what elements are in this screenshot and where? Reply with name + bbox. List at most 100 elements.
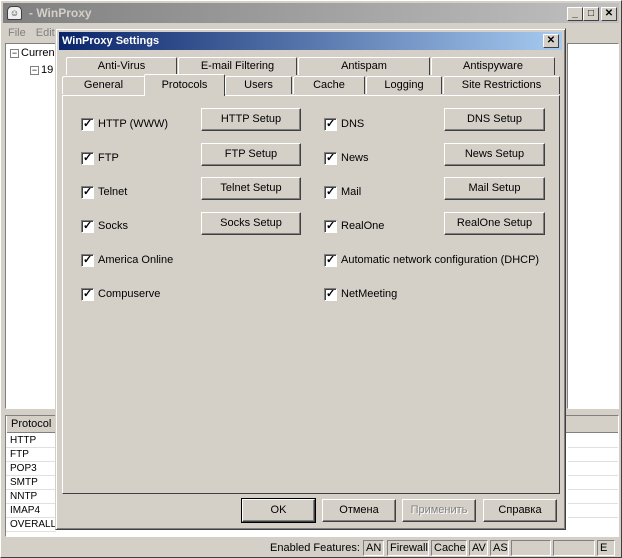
tree-node-child[interactable]: −19 [30, 64, 53, 76]
checkmark-icon: ✓ [83, 220, 93, 232]
checkmark-icon: ✓ [83, 152, 93, 164]
dialog-title-bar[interactable]: WinProxy Settings ✕ [59, 32, 562, 50]
tab-cache[interactable]: Cache [293, 76, 365, 94]
status-cache: Cache [431, 540, 467, 556]
status-label: Enabled Features: [270, 542, 360, 554]
checkbox-box[interactable]: ✓ [324, 118, 337, 131]
tab-users[interactable]: Users [225, 76, 292, 94]
maximize-button[interactable]: □ [583, 7, 599, 21]
status-firewall: Firewall [387, 540, 429, 556]
checkbox-box[interactable]: ✓ [324, 254, 337, 267]
status-an: AN [363, 540, 384, 556]
checkmark-icon: ✓ [326, 186, 336, 198]
netmeeting-label: NetMeeting [341, 288, 398, 300]
tab-protocols[interactable]: Protocols [144, 74, 225, 96]
table-row: SMTP [6, 476, 56, 490]
checkbox-box[interactable]: ✓ [324, 220, 337, 233]
collapse-icon[interactable]: − [30, 65, 39, 75]
table-row: IMAP4 [6, 504, 56, 518]
main-title-bar[interactable]: ☺ - WinProxy _ □ ✕ [3, 3, 619, 23]
tab-site-restrictions[interactable]: Site Restrictions [443, 76, 560, 94]
app-icon: ☺ [7, 6, 22, 20]
http-checkbox[interactable]: ✓ HTTP (WWW) [81, 118, 168, 134]
compuserve-label: Compuserve [98, 288, 161, 300]
ftp-setup-button[interactable]: FTP Setup [201, 143, 301, 166]
table-row: FTP [6, 448, 56, 462]
tab-antispam[interactable]: Antispam [298, 57, 430, 75]
dialog-close-icon[interactable]: ✕ [543, 34, 559, 48]
netmeeting-checkbox[interactable]: ✓ NetMeeting [324, 288, 397, 304]
status-av: AV [469, 540, 488, 556]
dns-checkbox[interactable]: ✓ DNS [324, 118, 364, 134]
column-header-protocol[interactable]: Protocol [6, 416, 56, 433]
checkbox-box[interactable]: ✓ [324, 152, 337, 165]
checkmark-icon: ✓ [326, 118, 336, 130]
collapse-icon[interactable]: − [10, 48, 19, 58]
checkmark-icon: ✓ [83, 118, 93, 130]
mail-checkbox[interactable]: ✓ Mail [324, 186, 361, 202]
menu-file[interactable]: File [3, 27, 31, 39]
dns-setup-button[interactable]: DNS Setup [444, 108, 545, 131]
checkbox-box[interactable]: ✓ [324, 288, 337, 301]
checkmark-icon: ✓ [326, 220, 336, 232]
socks-checkbox[interactable]: ✓ Socks [81, 220, 128, 236]
dhcp-checkbox[interactable]: ✓ Automatic network configuration (DHCP) [324, 254, 539, 270]
tab-general[interactable]: General [62, 76, 145, 94]
checkbox-box[interactable]: ✓ [81, 254, 94, 267]
checkbox-box[interactable]: ✓ [81, 220, 94, 233]
mail-label: Mail [341, 186, 362, 198]
dns-label: DNS [341, 118, 365, 130]
compuserve-checkbox[interactable]: ✓ Compuserve [81, 288, 160, 304]
table-row: OVERALL [6, 518, 56, 532]
ftp-label: FTP [98, 152, 119, 164]
checkmark-icon: ✓ [83, 186, 93, 198]
table-row: HTTP [6, 434, 56, 448]
table-row: POP3 [6, 462, 56, 476]
aol-checkbox[interactable]: ✓ America Online [81, 254, 173, 270]
http-label: HTTP (WWW) [98, 118, 169, 130]
help-button[interactable]: Справка [483, 499, 557, 522]
telnet-setup-button[interactable]: Telnet Setup [201, 177, 301, 200]
socks-setup-button[interactable]: Socks Setup [201, 212, 301, 235]
checkbox-box[interactable]: ✓ [81, 288, 94, 301]
details-pane [567, 43, 619, 409]
realone-checkbox[interactable]: ✓ RealOne [324, 220, 384, 236]
checkbox-box[interactable]: ✓ [324, 186, 337, 199]
ok-button[interactable]: OK [241, 498, 316, 523]
tab-anti-virus[interactable]: Anti-Virus [66, 57, 177, 75]
realone-setup-button[interactable]: RealOne Setup [444, 212, 545, 235]
ftp-checkbox[interactable]: ✓ FTP [81, 152, 119, 168]
telnet-label: Telnet [98, 186, 128, 198]
aol-label: America Online [98, 254, 174, 266]
protocols-panel: ✓ HTTP (WWW) ✓ FTP ✓ Telnet ✓ Socks ✓ America… [62, 95, 560, 494]
apply-button[interactable]: Применить [402, 499, 476, 522]
close-button[interactable]: ✕ [601, 7, 617, 21]
socks-label: Socks [98, 220, 128, 232]
checkmark-icon: ✓ [326, 152, 336, 164]
status-empty-1 [511, 540, 551, 556]
status-as: AS [490, 540, 509, 556]
http-setup-button[interactable]: HTTP Setup [201, 108, 301, 131]
minimize-button[interactable]: _ [567, 7, 583, 21]
checkmark-icon: ✓ [326, 288, 336, 300]
telnet-checkbox[interactable]: ✓ Telnet [81, 186, 127, 202]
tab-logging[interactable]: Logging [366, 76, 442, 94]
checkbox-box[interactable]: ✓ [81, 152, 94, 165]
realone-label: RealOne [341, 220, 385, 232]
checkbox-box[interactable]: ✓ [81, 118, 94, 131]
mail-setup-button[interactable]: Mail Setup [444, 177, 545, 200]
status-e: E [597, 540, 615, 556]
tree-view[interactable]: − Curren −19 [5, 43, 57, 409]
tab-antispyware[interactable]: Antispyware [431, 57, 555, 75]
status-bar: Enabled Features: AN Firewall Cache AV A… [3, 539, 619, 557]
status-empty-2 [553, 540, 595, 556]
news-checkbox[interactable]: ✓ News [324, 152, 369, 168]
table-row: NNTP [6, 490, 56, 504]
checkmark-icon: ✓ [83, 254, 93, 266]
news-setup-button[interactable]: News Setup [444, 143, 545, 166]
cancel-button[interactable]: Отмена [322, 499, 396, 522]
checkbox-box[interactable]: ✓ [81, 186, 94, 199]
news-label: News [341, 152, 369, 164]
tab-email-filtering[interactable]: E-mail Filtering [178, 57, 297, 75]
tree-node-current[interactable]: − Curren [10, 47, 55, 59]
